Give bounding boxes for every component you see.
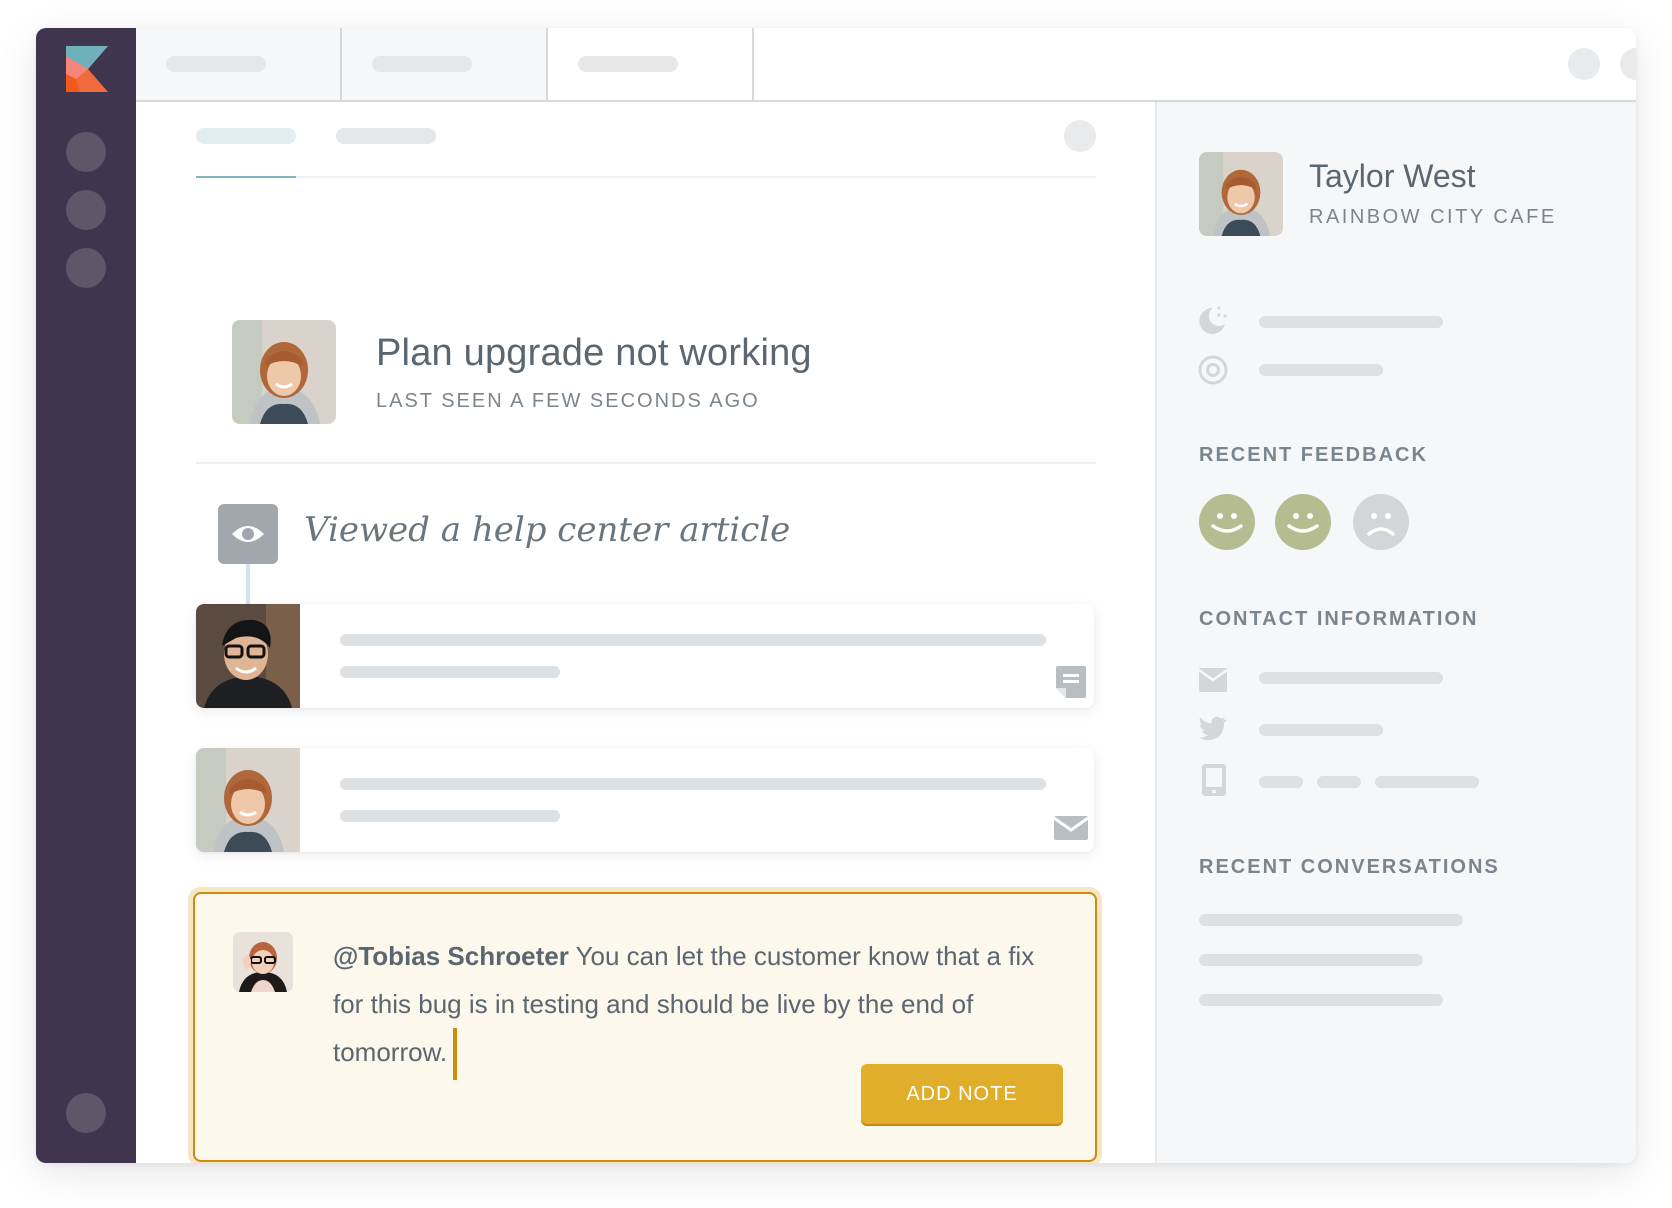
conversation-subtabs <box>196 120 1096 178</box>
window-action-button-1[interactable] <box>1568 48 1600 80</box>
feedback-positive-icon[interactable] <box>1199 494 1255 550</box>
tab-1[interactable] <box>136 28 342 100</box>
sidebar-profile-button[interactable] <box>66 1093 106 1133</box>
subtab-active-underline <box>196 176 296 178</box>
contact-information-heading: CONTACT INFORMATION <box>1199 608 1479 630</box>
timeline-event-text: Viewed a help center article <box>304 510 791 550</box>
email-icon <box>1198 668 1228 692</box>
phone-value-placeholder[interactable] <box>1375 776 1479 788</box>
note-icon <box>1056 666 1086 698</box>
note-textarea[interactable]: @Tobias Schroeter You can let the custom… <box>333 932 1053 1081</box>
feedback-positive-icon[interactable] <box>1275 494 1331 550</box>
customer-name: Taylor West <box>1309 158 1476 194</box>
timeline-event-badge <box>218 504 278 564</box>
email-icon <box>1054 816 1088 840</box>
email-value-placeholder[interactable] <box>1259 672 1443 684</box>
message-preview-line-2 <box>340 810 560 822</box>
customer-avatar <box>232 320 336 424</box>
window-action-button-2[interactable] <box>1620 48 1636 80</box>
phone-icon <box>1202 764 1226 796</box>
add-note-button[interactable]: ADD NOTE <box>861 1064 1063 1124</box>
last-seen-status: LAST SEEN A FEW SECONDS AGO <box>376 390 760 412</box>
target-icon <box>1198 355 1228 385</box>
sidebar-nav-item-3[interactable] <box>66 248 106 288</box>
subtab-options-button[interactable] <box>1064 120 1096 152</box>
timeline-connector <box>246 564 250 606</box>
recent-conversation-item[interactable] <box>1199 954 1423 966</box>
feedback-negative-icon[interactable] <box>1353 494 1409 550</box>
attribute-value-placeholder <box>1259 316 1443 328</box>
agent-avatar <box>196 604 300 708</box>
attribute-value-placeholder <box>1259 364 1383 376</box>
author-avatar <box>233 932 293 992</box>
subtab-active[interactable] <box>196 128 296 144</box>
conversation-pane: Plan upgrade not working LAST SEEN A FEW… <box>136 102 1155 1163</box>
message-preview-line-1 <box>340 778 1046 790</box>
text-cursor <box>453 1028 458 1081</box>
conversation-title: Plan upgrade not working <box>376 332 812 374</box>
brand-logo[interactable] <box>66 46 108 92</box>
message-card[interactable] <box>196 604 1094 708</box>
tab-1-label-placeholder <box>166 56 266 72</box>
sidebar-nav-item-2[interactable] <box>66 190 106 230</box>
customer-company: RAINBOW CITY CAFE <box>1309 206 1557 228</box>
tab-3-active[interactable] <box>548 28 754 100</box>
top-bar <box>136 28 1636 102</box>
message-card[interactable] <box>196 748 1094 852</box>
phone-value-placeholder[interactable] <box>1317 776 1361 788</box>
customer-panel: Taylor West RAINBOW CITY CAFE RECENT FEE… <box>1155 102 1636 1163</box>
twitter-icon <box>1199 716 1227 741</box>
internal-note-composer[interactable]: @Tobias Schroeter You can let the custom… <box>193 892 1097 1162</box>
customer-profile-avatar <box>1199 152 1283 236</box>
subtab-2[interactable] <box>336 128 436 144</box>
twitter-value-placeholder[interactable] <box>1259 724 1383 736</box>
tab-2-label-placeholder <box>372 56 472 72</box>
mention: @Tobias Schroeter <box>333 941 569 971</box>
moon-icon <box>1199 306 1227 334</box>
tab-2[interactable] <box>342 28 548 100</box>
eye-icon <box>232 526 264 542</box>
customer-avatar-small <box>196 748 300 852</box>
sidebar-nav-item-1[interactable] <box>66 132 106 172</box>
sidebar <box>36 28 136 1163</box>
recent-feedback-heading: RECENT FEEDBACK <box>1199 444 1428 466</box>
tab-3-label-placeholder <box>578 56 678 72</box>
recent-conversation-item[interactable] <box>1199 994 1443 1006</box>
message-preview-line-1 <box>340 634 1046 646</box>
recent-conversations-heading: RECENT CONVERSATIONS <box>1199 856 1500 878</box>
app-window: Plan upgrade not working LAST SEEN A FEW… <box>36 28 1636 1163</box>
phone-value-placeholder[interactable] <box>1259 776 1303 788</box>
recent-conversation-item[interactable] <box>1199 914 1463 926</box>
header-divider <box>196 462 1096 464</box>
message-preview-line-2 <box>340 666 560 678</box>
